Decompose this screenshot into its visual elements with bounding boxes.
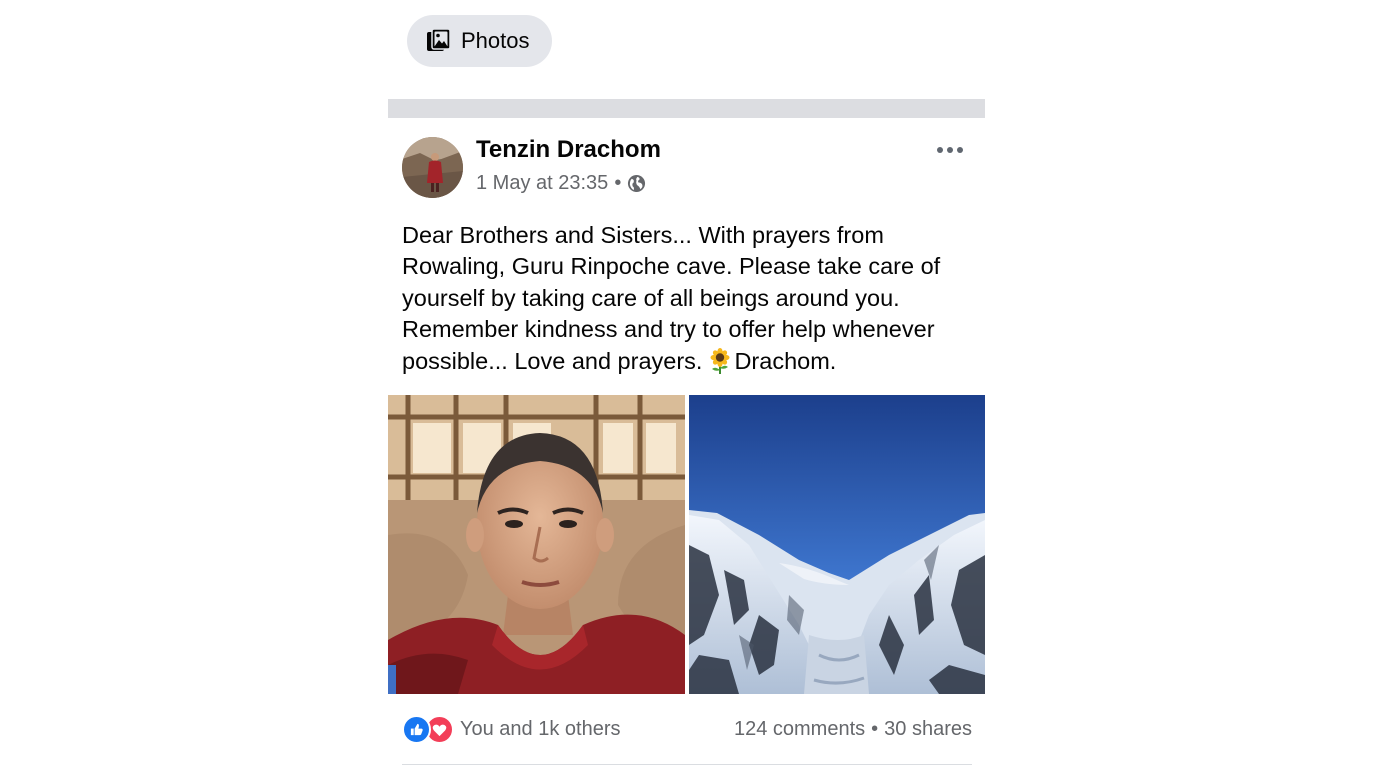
more-options-button[interactable] [932, 138, 968, 162]
post-text-before-emoji: possible... Love and prayers. [402, 347, 703, 374]
post-text-line: Rowaling, Guru Rinpoche cave. Please tak… [402, 253, 941, 280]
monk-portrait-photo[interactable] [388, 395, 685, 694]
post-text-line: Dear Brothers and Sisters... With prayer… [402, 222, 884, 248]
footer-divider [402, 764, 972, 765]
sunflower-emoji [710, 347, 730, 374]
post-body: Dear Brothers and Sisters... With prayer… [402, 220, 972, 377]
author-avatar[interactable] [402, 137, 463, 198]
avatar-image [402, 137, 463, 198]
post-text-after-emoji: Drachom. [734, 347, 837, 374]
mountain-image [689, 395, 985, 694]
post-text-line: Remember kindness and try to offer help … [402, 316, 935, 343]
author-name[interactable]: Tenzin Drachom [476, 136, 661, 164]
counts-separator: • [871, 718, 879, 740]
monk-portrait-image [388, 395, 685, 694]
facebook-page: Photos Tenzin Drachom 1 May at 23:35 • D… [0, 0, 1373, 772]
feed-divider [388, 99, 985, 118]
more-options-icon [937, 147, 963, 153]
snowy-mountain-valley-photo[interactable] [689, 395, 985, 694]
reactions-summary-text: You and 1k others [460, 718, 621, 740]
post-card: Tenzin Drachom 1 May at 23:35 • Dear Bro… [388, 118, 985, 772]
meta-separator: • [614, 172, 622, 194]
post-text-line: yourself by taking care of all beings ar… [402, 284, 900, 311]
photos-icon [427, 28, 451, 51]
like-icon [402, 715, 431, 744]
post-meta: 1 May at 23:35 • [476, 172, 646, 195]
globe-icon [628, 174, 646, 193]
comments-count[interactable]: 124 comments [734, 718, 865, 740]
post-footer: You and 1k others 124 comments • 30 shares [402, 715, 972, 745]
photos-filter-button[interactable]: Photos [407, 15, 552, 67]
post-text-line-last: possible... Love and prayers. Drachom. [402, 346, 972, 377]
photos-filter-label: Photos [461, 28, 530, 53]
post-timestamp[interactable]: 1 May at 23:35 [476, 172, 608, 195]
reactions-summary[interactable]: You and 1k others [402, 715, 621, 744]
engagement-counts: 124 comments • 30 shares [734, 718, 972, 741]
shares-count[interactable]: 30 shares [884, 718, 972, 740]
